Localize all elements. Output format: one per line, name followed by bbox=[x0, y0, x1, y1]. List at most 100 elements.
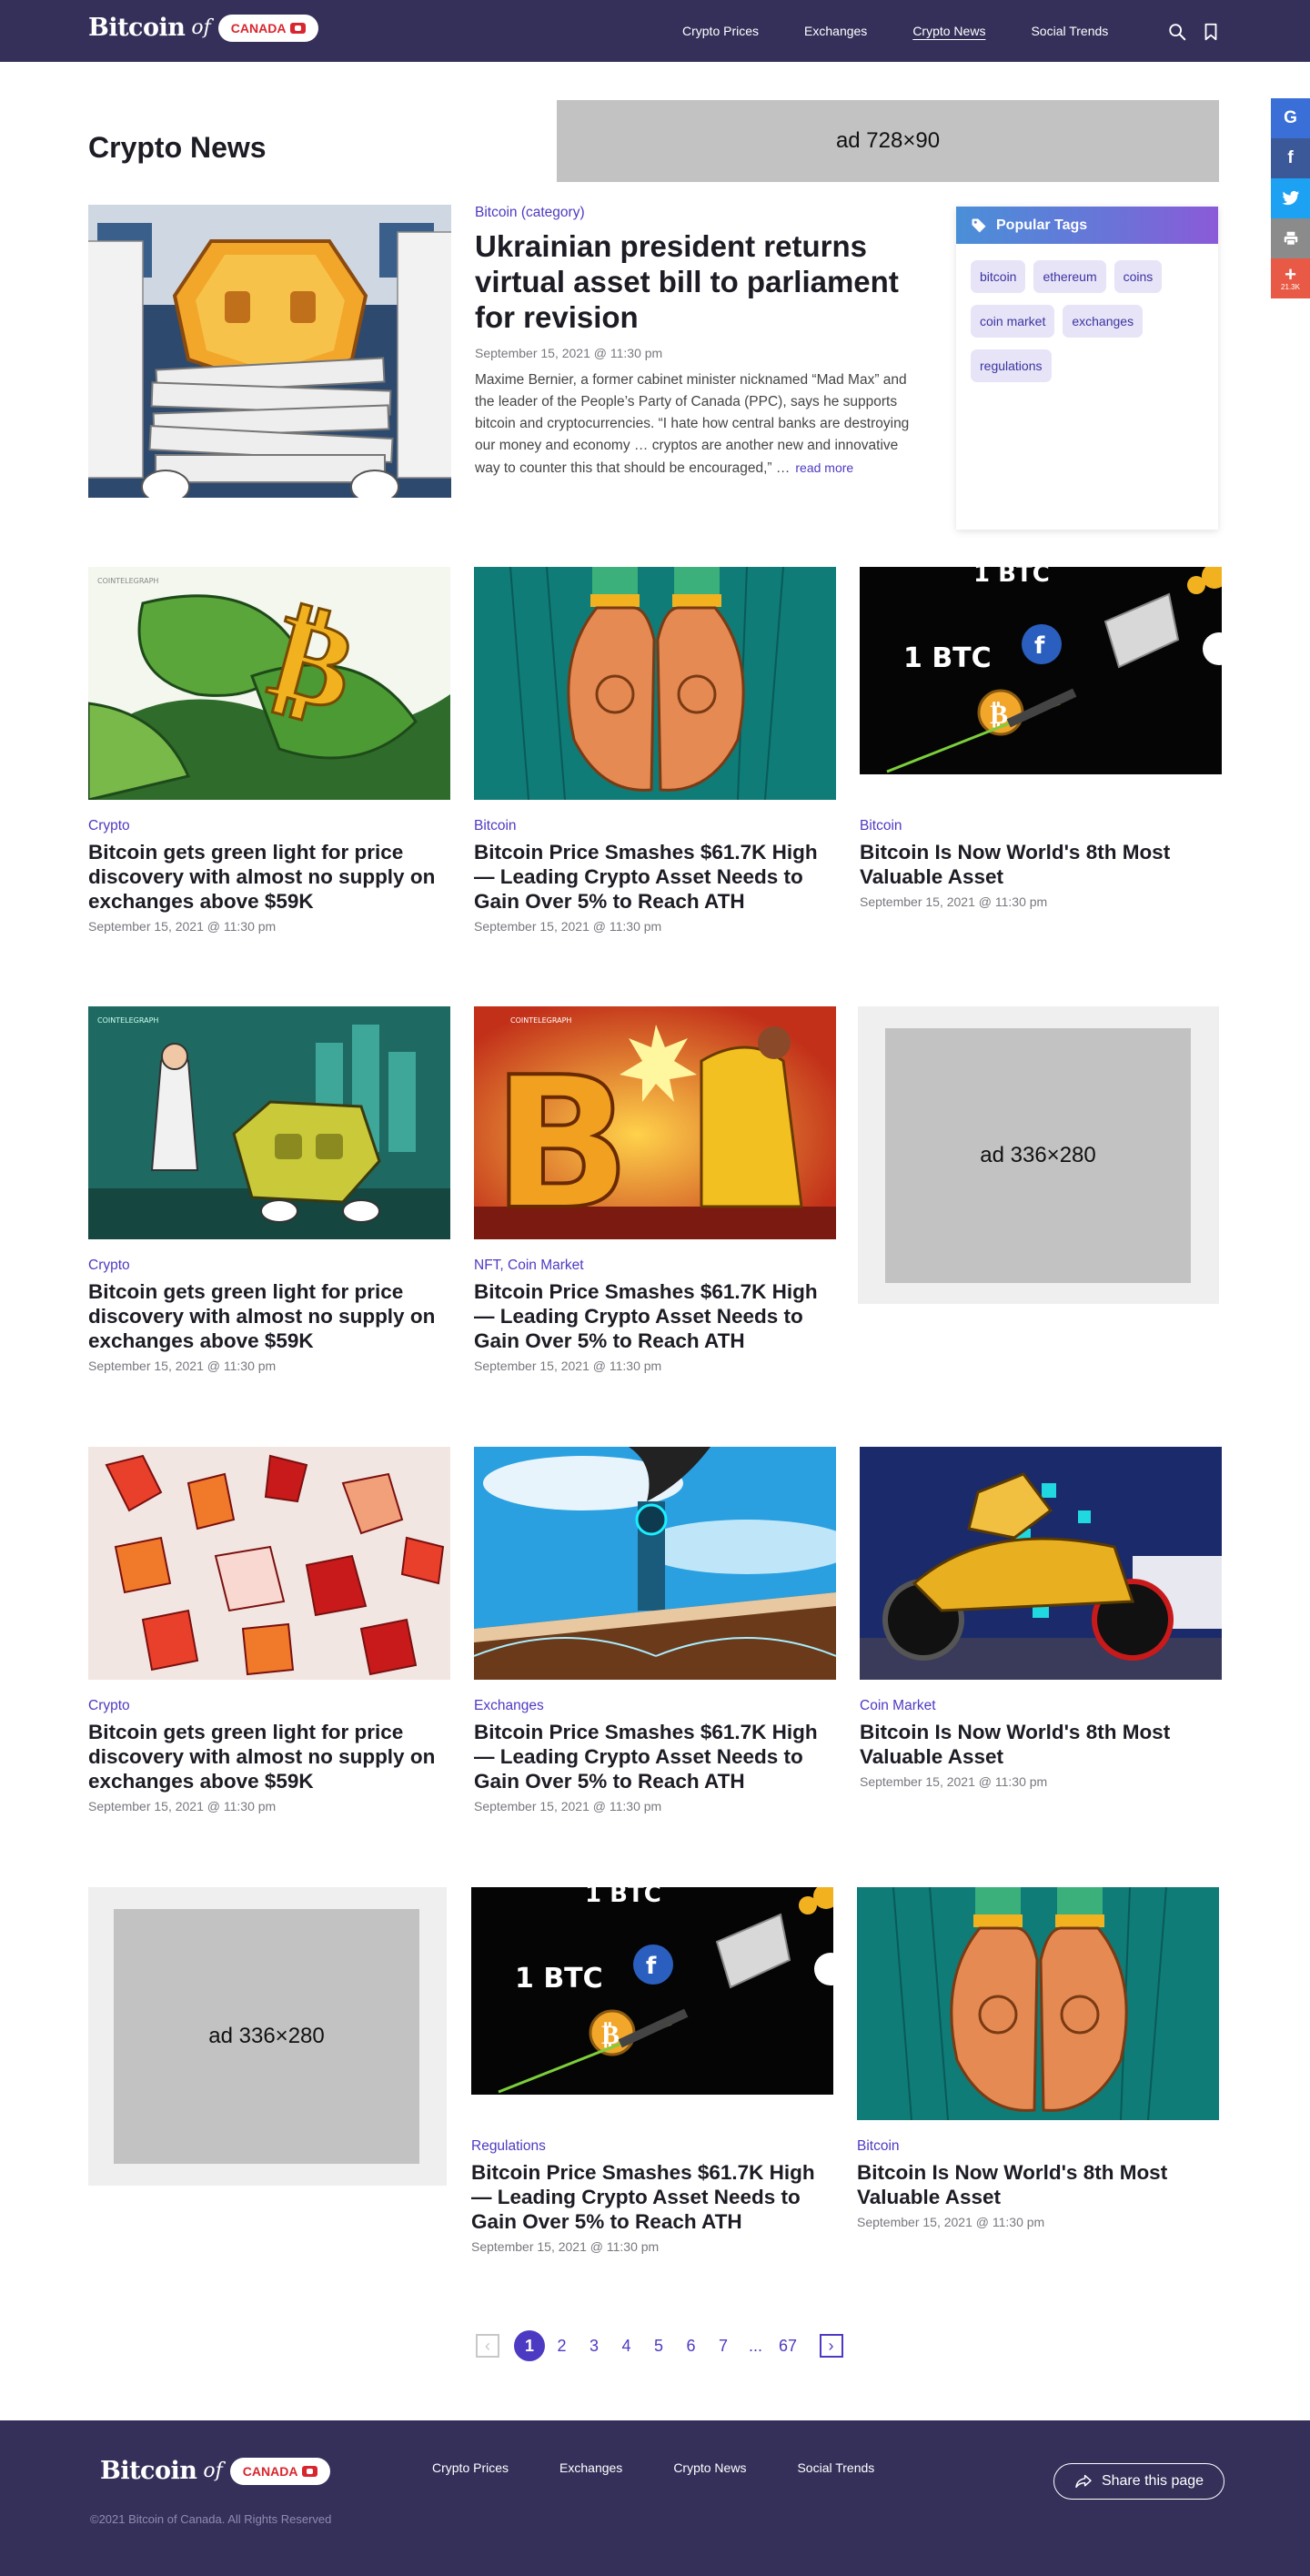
article-title[interactable]: Bitcoin Is Now World's 8th Most Valuable… bbox=[860, 1720, 1222, 1769]
read-more-link[interactable]: read more bbox=[795, 460, 853, 475]
page-1[interactable]: 1 bbox=[514, 2330, 545, 2361]
nav-social-trends[interactable]: Social Trends bbox=[1031, 24, 1108, 38]
page-6[interactable]: 6 bbox=[676, 2330, 707, 2361]
prev-page-button[interactable]: ‹ bbox=[476, 2334, 499, 2358]
article-title[interactable]: Bitcoin Is Now World's 8th Most Valuable… bbox=[857, 2160, 1219, 2209]
footer-logo-country: CANADA bbox=[242, 2463, 298, 2479]
tag-regulations[interactable]: regulations bbox=[971, 349, 1052, 382]
page-ellipsis: ... bbox=[748, 2336, 762, 2355]
hands-illustration bbox=[857, 1887, 1219, 2120]
popular-tags-title: Popular Tags bbox=[996, 217, 1088, 233]
site-logo[interactable]: Bitcoin of CANADA bbox=[88, 14, 319, 42]
article-title[interactable]: Bitcoin Price Smashes $61.7K High — Lead… bbox=[474, 1720, 836, 1793]
footer-nav-crypto-news[interactable]: Crypto News bbox=[673, 2460, 746, 2475]
article-category[interactable]: Coin Market bbox=[860, 1698, 1222, 1714]
page-2[interactable]: 2 bbox=[547, 2330, 578, 2361]
scientist-illustration: COINTELEGRAPH bbox=[88, 1006, 450, 1239]
article-category[interactable]: NFT, Coin Market bbox=[474, 1258, 836, 1274]
btc-value-illustration: 1 BTC 1 BTC f ₿ bbox=[860, 567, 1222, 800]
article-thumbnail[interactable]: B COINTELEGRAPH bbox=[474, 1006, 836, 1239]
search-icon[interactable] bbox=[1167, 22, 1187, 42]
article-category[interactable]: Bitcoin bbox=[857, 2138, 1219, 2155]
page-5[interactable]: 5 bbox=[643, 2330, 674, 2361]
article-date: September 15, 2021 @ 11:30 pm bbox=[88, 919, 277, 934]
tag-bitcoin[interactable]: bitcoin bbox=[971, 260, 1026, 293]
ad-leaderboard[interactable]: ad 728×90 bbox=[557, 100, 1219, 182]
tag-coins[interactable]: coins bbox=[1114, 260, 1163, 293]
svg-text:B: B bbox=[492, 1038, 630, 1239]
article-category[interactable]: Bitcoin bbox=[860, 818, 1222, 834]
article-category[interactable]: Regulations bbox=[471, 2138, 833, 2155]
article-category[interactable]: Crypto bbox=[88, 1698, 450, 1714]
article-thumbnail[interactable] bbox=[474, 1447, 836, 1680]
nav-crypto-news[interactable]: Crypto News bbox=[912, 24, 985, 38]
page-4[interactable]: 4 bbox=[611, 2330, 642, 2361]
next-page-button[interactable]: › bbox=[819, 2334, 843, 2358]
btc-label: 1 BTC bbox=[903, 642, 992, 674]
article-thumbnail[interactable]: COINTELEGRAPH bbox=[88, 1006, 450, 1239]
article-category[interactable]: Exchanges bbox=[474, 1698, 836, 1714]
ad-box[interactable]: ad 336×280 bbox=[114, 1909, 419, 2164]
featured-category[interactable]: Bitcoin (category) bbox=[475, 205, 921, 221]
share-page-button[interactable]: Share this page bbox=[1053, 2463, 1224, 2500]
featured-image[interactable] bbox=[88, 205, 451, 498]
article-title[interactable]: Bitcoin Price Smashes $61.7K High — Lead… bbox=[471, 2160, 833, 2234]
bookmark-icon[interactable] bbox=[1201, 22, 1221, 42]
article-date: September 15, 2021 @ 11:30 pm bbox=[474, 1799, 662, 1813]
article-date: September 15, 2021 @ 11:30 pm bbox=[860, 894, 1048, 909]
btc-label: 1 BTC bbox=[515, 1963, 603, 1995]
hands-illustration bbox=[474, 567, 836, 800]
footer-logo-wordmark: Bitcoin bbox=[100, 2457, 197, 2485]
article-category[interactable]: Crypto bbox=[88, 818, 450, 834]
article-title[interactable]: Bitcoin gets green light for price disco… bbox=[88, 1720, 450, 1793]
footer-nav: Crypto Prices Exchanges Crypto News Soci… bbox=[432, 2420, 925, 2515]
article-thumbnail[interactable] bbox=[857, 1887, 1219, 2120]
ad-box-label: ad 336×280 bbox=[980, 1143, 1096, 1167]
btc-label-top: 1 BTC bbox=[585, 1887, 661, 1908]
footer-nav-social-trends[interactable]: Social Trends bbox=[797, 2460, 874, 2475]
article-category[interactable]: Crypto bbox=[88, 1258, 450, 1274]
article-date: September 15, 2021 @ 11:30 pm bbox=[471, 2239, 660, 2254]
twitter-share-button[interactable] bbox=[1271, 178, 1310, 218]
featured-title[interactable]: Ukrainian president returns virtual asse… bbox=[475, 228, 921, 335]
article-thumbnail[interactable] bbox=[88, 1447, 450, 1680]
article-thumbnail[interactable]: ₿ COINTELEGRAPH bbox=[88, 567, 450, 800]
page-67[interactable]: 67 bbox=[772, 2330, 803, 2361]
article-thumbnail[interactable]: 1 BTC 1 BTC f ₿ bbox=[860, 567, 1222, 800]
footer-nav-exchanges[interactable]: Exchanges bbox=[559, 2460, 622, 2475]
article-date: September 15, 2021 @ 11:30 pm bbox=[88, 1359, 277, 1373]
article-thumbnail[interactable] bbox=[474, 567, 836, 800]
article-title[interactable]: Bitcoin Price Smashes $61.7K High — Lead… bbox=[474, 840, 836, 914]
article-thumbnail[interactable] bbox=[860, 1447, 1222, 1680]
tower-illustration bbox=[474, 1447, 836, 1680]
facebook-share-button[interactable]: f bbox=[1271, 138, 1310, 178]
more-share-button[interactable]: + 21.3K bbox=[1271, 258, 1310, 298]
print-button[interactable] bbox=[1271, 218, 1310, 258]
nav-crypto-prices[interactable]: Crypto Prices bbox=[682, 24, 759, 38]
article-title[interactable]: Bitcoin Price Smashes $61.7K High — Lead… bbox=[474, 1279, 836, 1353]
watermark: COINTELEGRAPH bbox=[510, 1016, 571, 1025]
article-category[interactable]: Bitcoin bbox=[474, 818, 836, 834]
footer-nav-crypto-prices[interactable]: Crypto Prices bbox=[432, 2460, 509, 2475]
google-icon: G bbox=[1284, 108, 1297, 127]
nav-exchanges[interactable]: Exchanges bbox=[804, 24, 867, 38]
article-title[interactable]: Bitcoin Is Now World's 8th Most Valuable… bbox=[860, 840, 1222, 889]
tag-coin-market[interactable]: coin market bbox=[971, 305, 1055, 338]
google-share-button[interactable]: G bbox=[1271, 98, 1310, 138]
article-date: September 15, 2021 @ 11:30 pm bbox=[474, 919, 662, 934]
article-thumbnail[interactable]: 1 BTC 1 BTC f ₿ bbox=[471, 1887, 833, 2120]
copyright: ©2021 Bitcoin of Canada. All Rights Rese… bbox=[90, 2512, 332, 2526]
page-title: Crypto News bbox=[88, 131, 267, 164]
btc-highfive-illustration: B COINTELEGRAPH bbox=[474, 1006, 836, 1239]
article-title[interactable]: Bitcoin gets green light for price disco… bbox=[88, 840, 450, 914]
ad-box[interactable]: ad 336×280 bbox=[885, 1028, 1191, 1283]
tag-ethereum[interactable]: ethereum bbox=[1033, 260, 1106, 293]
page-7[interactable]: 7 bbox=[708, 2330, 739, 2361]
twitter-icon bbox=[1282, 190, 1299, 206]
tag-exchanges[interactable]: exchanges bbox=[1063, 305, 1144, 338]
article-card: ₿ COINTELEGRAPH Crypto Bitcoin gets gree… bbox=[88, 567, 450, 934]
article-title[interactable]: Bitcoin gets green light for price disco… bbox=[88, 1279, 450, 1353]
page-3[interactable]: 3 bbox=[579, 2330, 610, 2361]
print-icon bbox=[1284, 231, 1297, 246]
footer-logo[interactable]: Bitcoin of CANADA bbox=[100, 2457, 331, 2485]
